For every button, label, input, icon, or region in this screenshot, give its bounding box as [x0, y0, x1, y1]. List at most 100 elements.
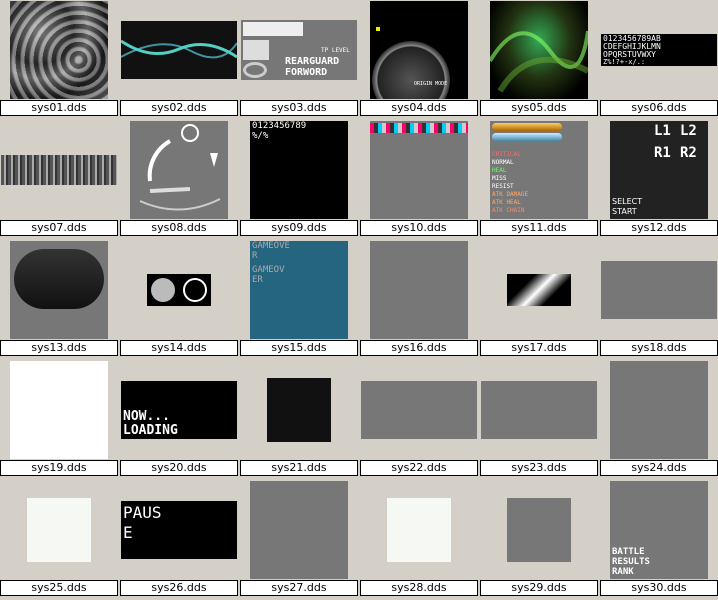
thumbnail-text: CRITICAL [492, 151, 521, 158]
thumbnail-text: SELECT [612, 197, 643, 206]
thumbnail-text: RESULTS [612, 557, 650, 567]
thumbnail-text: 0123456789 [252, 121, 307, 131]
thumbnail-image: BATTLE RESULTS RANK [610, 481, 708, 579]
thumbnail-text: LOADING [123, 423, 178, 438]
file-caption: sys27.dds [240, 580, 358, 596]
thumbnail-image [147, 274, 211, 306]
thumbnail-image: 0123456789 %/% [250, 121, 348, 219]
thumbnail-text: RESIST [492, 183, 514, 190]
thumbnail-grid: sys01.dds sys02.dds REARGUARD FORWORD TP… [0, 0, 718, 600]
thumbnail-image: GAMEOVE R GAMEOV ER [250, 241, 348, 339]
thumbnail-text: Z%!?+-x/.: [603, 58, 646, 66]
file-sys01[interactable]: sys01.dds [0, 0, 120, 120]
file-sys19[interactable]: sys19.dds [0, 360, 120, 480]
file-caption: sys08.dds [120, 220, 238, 236]
file-caption: sys05.dds [480, 100, 598, 116]
file-sys21[interactable]: sys21.dds [240, 360, 360, 480]
file-caption: sys10.dds [360, 220, 478, 236]
file-caption: sys26.dds [120, 580, 238, 596]
file-sys02[interactable]: sys02.dds [120, 0, 240, 120]
file-sys05[interactable]: sys05.dds [480, 0, 600, 120]
thumbnail-text: L2 [680, 123, 697, 139]
file-sys29[interactable]: sys29.dds [480, 480, 600, 600]
thumbnail-text: R1 [654, 145, 671, 161]
thumbnail-image [610, 361, 708, 459]
thumbnail-text: REARGUARD [285, 56, 340, 67]
file-sys22[interactable]: sys22.dds [360, 360, 480, 480]
thumbnail-image [507, 274, 571, 306]
file-sys27[interactable]: sys27.dds [240, 480, 360, 600]
file-caption: sys06.dds [600, 100, 718, 116]
thumbnail-text: GAMEOVE [252, 241, 290, 251]
file-sys23[interactable]: sys23.dds [480, 360, 600, 480]
file-sys12[interactable]: L1 L2 R1 R2 SELECT START sys12.dds [600, 120, 718, 240]
thumbnail-text: PAUS [123, 503, 162, 522]
thumbnail-image [130, 121, 228, 219]
file-sys15[interactable]: GAMEOVE R GAMEOV ER sys15.dds [240, 240, 360, 360]
thumbnail-text: R2 [680, 145, 697, 161]
thumbnail-text: ATK CHAIN [492, 207, 525, 214]
file-caption: sys24.dds [600, 460, 718, 476]
file-caption: sys25.dds [0, 580, 118, 596]
thumbnail-image: CRITICAL NORMAL HEAL MISS RESIST ATK DAM… [490, 121, 588, 219]
thumbnail-text: %/% [252, 131, 269, 141]
thumbnail-image [267, 378, 331, 442]
thumbnail-text: MISS [492, 175, 507, 182]
thumbnail-text: RANK [612, 567, 634, 577]
thumbnail-text: FORWORD [285, 67, 328, 78]
thumbnail-text: HEAL [492, 167, 507, 174]
thumbnail-text: R [252, 251, 258, 261]
file-caption: sys15.dds [240, 340, 358, 356]
thumbnail-text: ATK DAMAGE [492, 191, 529, 198]
file-sys26[interactable]: PAUS E sys26.dds [120, 480, 240, 600]
file-sys11[interactable]: CRITICAL NORMAL HEAL MISS RESIST ATK DAM… [480, 120, 600, 240]
file-sys28[interactable]: sys28.dds [360, 480, 480, 600]
file-caption: sys14.dds [120, 340, 238, 356]
file-sys13[interactable]: sys13.dds [0, 240, 120, 360]
thumbnail-image [370, 121, 468, 219]
file-sys25[interactable]: sys25.dds [0, 480, 120, 600]
thumbnail-image [387, 498, 451, 562]
thumbnail-image [370, 241, 468, 339]
thumbnail-image: NOW... LOADING [121, 381, 237, 439]
thumbnail-image: 0123456789AB CDEFGHIJKLMN OPQRSTUVWXY Z%… [601, 34, 717, 66]
file-caption: sys28.dds [360, 580, 478, 596]
file-caption: sys01.dds [0, 100, 118, 116]
file-sys06[interactable]: 0123456789AB CDEFGHIJKLMN OPQRSTUVWXY Z%… [600, 0, 718, 120]
file-sys09[interactable]: 0123456789 %/% sys09.dds [240, 120, 360, 240]
thumbnail-image [481, 381, 597, 439]
thumbnail-image [10, 361, 108, 459]
file-sys20[interactable]: NOW... LOADING sys20.dds [120, 360, 240, 480]
file-sys16[interactable]: sys16.dds [360, 240, 480, 360]
thumbnail-text: TP LEVEL [321, 47, 350, 54]
file-sys08[interactable]: sys08.dds [120, 120, 240, 240]
file-sys07[interactable]: sys07.dds [0, 120, 120, 240]
file-caption: sys11.dds [480, 220, 598, 236]
thumbnail-image [507, 498, 571, 562]
file-sys18[interactable]: sys18.dds [600, 240, 718, 360]
thumbnail-image [250, 481, 348, 579]
file-sys03[interactable]: REARGUARD FORWORD TP LEVEL sys03.dds [240, 0, 360, 120]
file-sys24[interactable]: sys24.dds [600, 360, 718, 480]
thumbnail-text: ER [252, 275, 263, 285]
thumbnail-text: GAMEOV [252, 265, 285, 275]
file-caption: sys18.dds [600, 340, 718, 356]
thumbnail-image: L1 L2 R1 R2 SELECT START [610, 121, 708, 219]
file-caption: sys30.dds [600, 580, 718, 596]
file-caption: sys13.dds [0, 340, 118, 356]
file-caption: sys03.dds [240, 100, 358, 116]
file-sys17[interactable]: sys17.dds [480, 240, 600, 360]
file-sys14[interactable]: sys14.dds [120, 240, 240, 360]
file-caption: sys16.dds [360, 340, 478, 356]
file-sys04[interactable]: ORIGIN MODE sys04.dds [360, 0, 480, 120]
file-caption: sys21.dds [240, 460, 358, 476]
file-caption: sys04.dds [360, 100, 478, 116]
thumbnail-image: ORIGIN MODE [370, 1, 468, 99]
thumbnail-text: ATK HEAL [492, 199, 521, 206]
file-sys30[interactable]: BATTLE RESULTS RANK sys30.dds [600, 480, 718, 600]
file-caption: sys19.dds [0, 460, 118, 476]
thumbnail-image [601, 261, 717, 319]
thumbnail-text: NOW... [123, 409, 170, 424]
file-sys10[interactable]: sys10.dds [360, 120, 480, 240]
thumbnail-text: L1 [654, 123, 671, 139]
